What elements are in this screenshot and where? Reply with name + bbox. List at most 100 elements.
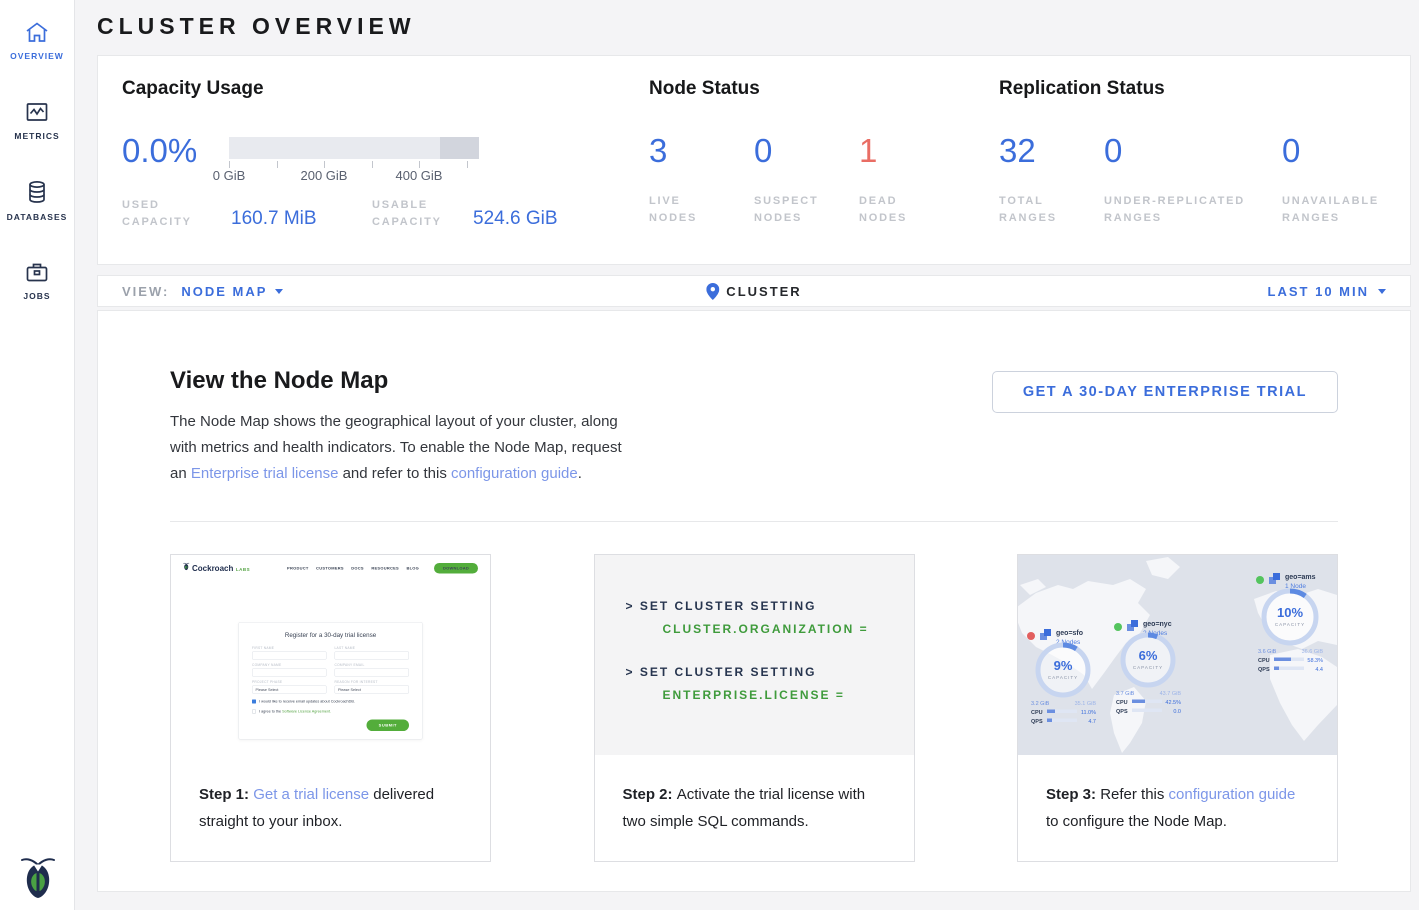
svg-text:42.5%: 42.5%: [1165, 700, 1181, 706]
used-capacity-value: 160.7 MiB: [231, 208, 372, 231]
svg-text:58.3%: 58.3%: [1307, 658, 1323, 664]
nav-item: BLOG: [406, 566, 419, 571]
sidebar-item-overview[interactable]: OVERVIEW: [0, 0, 74, 80]
page-title: CLUSTER OVERVIEW: [97, 13, 1411, 40]
node-status-title: Node Status: [649, 78, 999, 100]
scope-label: CLUSTER: [726, 284, 801, 299]
view-toolbar: VIEW: NODE MAP CLUSTER LAST 10 MIN: [97, 275, 1411, 307]
enterprise-trial-license-link[interactable]: Enterprise trial license: [191, 465, 339, 482]
capacity-bar: [229, 137, 479, 159]
sidebar-item-label: METRICS: [14, 131, 59, 141]
view-selector-dropdown[interactable]: VIEW: NODE MAP: [122, 284, 283, 299]
nav-item: DOCS: [351, 566, 364, 571]
cockroachdb-logo: [0, 856, 75, 902]
database-icon: [24, 179, 50, 205]
svg-text:QPS: QPS: [1116, 709, 1128, 715]
step-2-card: > SET CLUSTER SETTING CLUSTER.ORGANIZATI…: [594, 554, 915, 862]
svg-text:geo=ams: geo=ams: [1285, 574, 1316, 581]
under-replicated-value: 0: [1104, 133, 1282, 169]
svg-text:36.6 GiB: 36.6 GiB: [1302, 649, 1324, 655]
step-1-screenshot: Cockroach LABS PRODUCT CUSTOMERS DOCS RE…: [171, 555, 490, 755]
company-name-field: [252, 669, 327, 677]
sidebar-item-databases[interactable]: DATABASES: [0, 160, 74, 240]
dead-nodes-stat: 1 DEADNODES: [859, 133, 964, 227]
view-selected-value: NODE MAP: [181, 284, 267, 299]
svg-text:CAPACITY: CAPACITY: [1275, 622, 1305, 627]
sql-command: > SET CLUSTER SETTING: [626, 665, 914, 679]
svg-text:43.7 GiB: 43.7 GiB: [1160, 691, 1182, 697]
configuration-guide-link[interactable]: configuration guide: [1169, 786, 1296, 803]
capacity-axis-labels: 0 GiB 200 GiB 400 GiB: [229, 168, 479, 184]
sidebar-item-jobs[interactable]: JOBS: [0, 240, 74, 320]
form-title: Register for a 30-day trial license: [252, 632, 409, 639]
get-trial-license-link[interactable]: Get a trial license: [253, 786, 369, 803]
replication-status-section: Replication Status 32 TOTALRANGES 0 UNDE…: [999, 78, 1410, 264]
configuration-guide-link[interactable]: configuration guide: [451, 465, 578, 482]
nav-item: RESOURCES: [371, 566, 399, 571]
capacity-usage-title: Capacity Usage: [122, 78, 649, 100]
sql-command: > SET CLUSTER SETTING: [626, 599, 914, 613]
sidebar-item-metrics[interactable]: METRICS: [0, 80, 74, 160]
svg-text:11.0%: 11.0%: [1081, 710, 1096, 716]
svg-text:0.0: 0.0: [1173, 709, 1181, 715]
chevron-down-icon: [1378, 289, 1386, 294]
map-pin-icon: [706, 283, 719, 300]
sql-code-block: > SET CLUSTER SETTING CLUSTER.ORGANIZATI…: [595, 555, 914, 755]
sidebar-item-label: JOBS: [23, 291, 50, 301]
capacity-bar-reserved-segment: [440, 137, 479, 159]
reason-select: Please Select: [335, 686, 410, 694]
replication-status-title: Replication Status: [999, 78, 1410, 100]
used-capacity-label: USED CAPACITY: [122, 197, 231, 231]
suspect-nodes-value: 0: [754, 133, 859, 169]
nav-item: PRODUCT: [287, 566, 309, 571]
svg-text:QPS: QPS: [1031, 719, 1043, 725]
svg-text:CPU: CPU: [1116, 700, 1128, 706]
svg-text:CAPACITY: CAPACITY: [1133, 665, 1163, 670]
total-ranges-value: 32: [999, 133, 1104, 169]
svg-text:3.6 GiB: 3.6 GiB: [1258, 649, 1277, 655]
svg-text:3.2 GiB: 3.2 GiB: [1031, 701, 1050, 707]
time-range-value: LAST 10 MIN: [1268, 284, 1369, 299]
cluster-summary-card: Capacity Usage 0.0% 0 GiB 200 Gi: [97, 55, 1411, 265]
updates-checkbox: [252, 699, 256, 703]
metrics-icon: [24, 100, 50, 124]
svg-text:10%: 10%: [1277, 605, 1303, 620]
svg-text:9%: 9%: [1054, 658, 1073, 673]
enterprise-trial-button[interactable]: GET A 30-DAY ENTERPRISE TRIAL: [992, 371, 1338, 413]
axis-label: 200 GiB: [301, 168, 348, 183]
usable-capacity-label: USABLE CAPACITY: [372, 197, 473, 231]
step-1-caption: Step 1: Get a trial license delivered st…: [171, 755, 490, 835]
chevron-down-icon: [275, 289, 283, 294]
node-map-preview: geo=sfo 2 Nodes 9% CAPACITY 3.2 GiB 35.1…: [1018, 555, 1337, 755]
node-map-panel: View the Node Map The Node Map shows the…: [97, 310, 1411, 892]
sidebar-item-label: DATABASES: [7, 212, 68, 222]
nav-item: CUSTOMERS: [316, 566, 344, 571]
capacity-bar-chart: 0 GiB 200 GiB 400 GiB: [229, 133, 479, 184]
home-icon: [24, 20, 50, 44]
usable-capacity-value: 524.6 GiB: [473, 208, 558, 231]
svg-text:6%: 6%: [1139, 648, 1158, 663]
submit-button: SUBMIT: [367, 720, 409, 732]
briefcase-icon: [24, 260, 50, 284]
node-map-heading: View the Node Map: [170, 367, 635, 395]
project-phase-select: Please Select: [252, 686, 327, 694]
last-name-field: [335, 652, 410, 660]
svg-text:4.4: 4.4: [1315, 667, 1323, 673]
live-nodes-stat: 3 LIVENODES: [649, 133, 754, 227]
step-3-caption: Step 3: Refer this configuration guide t…: [1018, 755, 1337, 835]
sidebar-item-label: OVERVIEW: [10, 51, 64, 61]
svg-text:CPU: CPU: [1031, 710, 1043, 716]
time-range-dropdown[interactable]: LAST 10 MIN: [1268, 284, 1386, 299]
sql-setting: CLUSTER.ORGANIZATION =: [663, 622, 914, 636]
capacity-usage-section: Capacity Usage 0.0% 0 GiB 200 Gi: [122, 78, 649, 264]
view-label: VIEW:: [122, 284, 169, 299]
suspect-nodes-stat: 0 SUSPECTNODES: [754, 133, 859, 227]
under-replicated-ranges-stat: 0 UNDER-REPLICATEDRANGES: [1104, 133, 1282, 227]
sql-setting: ENTERPRISE.LICENSE =: [663, 688, 914, 702]
svg-text:CAPACITY: CAPACITY: [1048, 675, 1078, 680]
license-agreement-link: Software License Agreement.: [282, 709, 331, 714]
breadcrumb-cluster: CLUSTER: [706, 283, 801, 300]
dead-nodes-value: 1: [859, 133, 964, 169]
node-map-description: The Node Map shows the geographical layo…: [170, 409, 635, 487]
step-2-caption: Step 2: Activate the trial license with …: [595, 755, 914, 835]
